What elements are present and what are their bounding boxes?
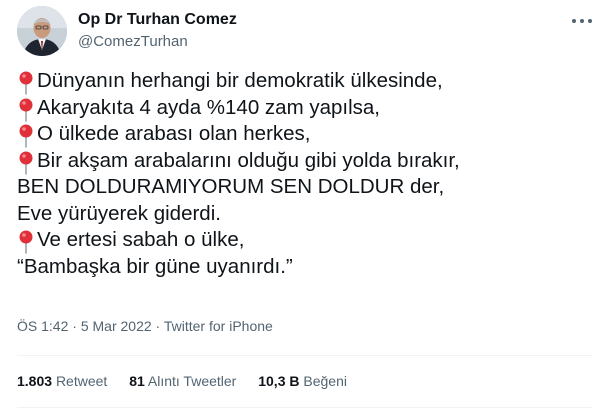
tweet-line-text: O ülkede arabası olan herkes, (37, 122, 311, 145)
retweets-count: 1.803 (17, 373, 53, 389)
tweet-line-text: “Bambaşka bir güne uyanırdı.” (17, 254, 293, 278)
tweet-line-text: Ve ertesi sabah o ülke, (37, 228, 245, 251)
tweet-line: Akaryakıta 4 ayda %140 zam yapılsa, (17, 95, 592, 122)
tweet-line: O ülkede arabası olan herkes, (17, 121, 592, 148)
tweet-line: Dünyanın herhangi bir demokratik ülkesin… (17, 68, 592, 95)
tweet-time[interactable]: ÖS 1:42 (17, 318, 68, 334)
retweets-stat[interactable]: 1.803 Retweet (17, 373, 107, 389)
retweets-label: Retweet (55, 373, 108, 389)
round-pushpin-icon (18, 124, 34, 148)
tweet-date[interactable]: 5 Mar 2022 (81, 318, 152, 334)
tweet-line: Eve yürüyerek giderdi. (17, 201, 592, 228)
round-pushpin-icon (18, 71, 34, 95)
round-pushpin-icon (18, 151, 34, 175)
tweet-stats: 1.803 Retweet 81 Alıntı Tweetler 10,3 B … (17, 373, 365, 389)
more-options-icon[interactable] (572, 14, 594, 28)
likes-label: Beğeni (303, 373, 347, 389)
tweet-line: Bir akşam arabalarını olduğu gibi yolda … (17, 148, 592, 175)
round-pushpin-icon (18, 98, 34, 122)
tweet-line: Ve ertesi sabah o ülke, (17, 227, 592, 254)
separator: · (155, 318, 164, 334)
author-handle[interactable]: @ComezTurhan (78, 33, 188, 50)
likes-stat[interactable]: 10,3 B Beğeni (258, 373, 347, 389)
tweet-line-text: Bir akşam arabalarını olduğu gibi yolda … (37, 148, 460, 172)
tweet-line-text: Dünyanın herhangi bir demokratik ülkesin… (37, 69, 443, 92)
quotes-count: 81 (129, 373, 145, 389)
likes-count: 10,3 B (258, 373, 300, 389)
tweet-meta: ÖS 1:42 · 5 Mar 2022 · Twitter for iPhon… (17, 318, 273, 334)
divider (17, 355, 592, 356)
quotes-stat[interactable]: 81 Alıntı Tweetler (129, 373, 236, 389)
quotes-label: Alıntı Tweetler (147, 373, 237, 389)
author-name[interactable]: Op Dr Turhan Comez (78, 11, 237, 29)
tweet-line: BEN DOLDURAMIYORUM SEN DOLDUR der, (17, 174, 592, 201)
tweet-line-text: BEN DOLDURAMIYORUM SEN DOLDUR der, (17, 175, 445, 198)
avatar[interactable] (17, 6, 67, 56)
separator: · (72, 318, 81, 334)
tweet-line-text: Akaryakıta 4 ayda %140 zam yapılsa, (37, 95, 380, 119)
divider (17, 407, 592, 408)
tweet-line-text: Eve yürüyerek giderdi. (17, 201, 221, 225)
tweet-card: Op Dr Turhan Comez @ComezTurhan Dünyanın… (0, 0, 600, 413)
tweet-source[interactable]: Twitter for iPhone (164, 318, 273, 334)
tweet-line: “Bambaşka bir güne uyanırdı.” (17, 254, 592, 281)
tweet-text: Dünyanın herhangi bir demokratik ülkesin… (17, 68, 592, 280)
round-pushpin-icon (18, 230, 34, 254)
